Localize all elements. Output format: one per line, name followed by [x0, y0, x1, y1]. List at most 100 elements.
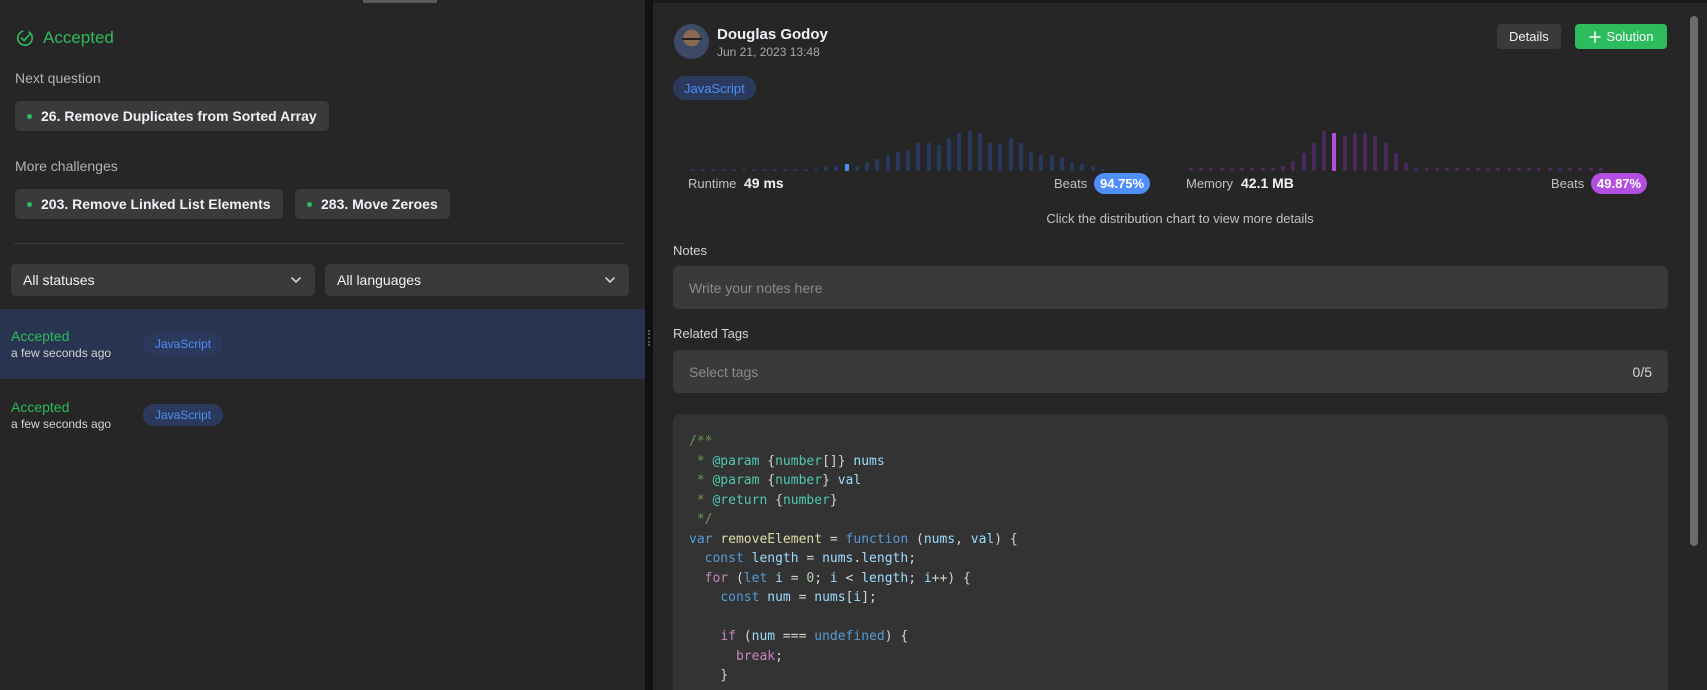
language-filter-value: All languages: [337, 272, 422, 288]
runtime-distribution-bar: [814, 169, 818, 171]
runtime-distribution-bar: [855, 166, 859, 171]
notes-placeholder: Write your notes here: [689, 279, 823, 296]
memory-distribution-bar: [1435, 168, 1439, 171]
memory-distribution-bar: [1578, 168, 1582, 171]
memory-distribution-bar: [1209, 168, 1213, 171]
memory-distribution-bar: [1332, 133, 1336, 171]
submission-row[interactable]: Accepted a few seconds ago JavaScript: [0, 309, 645, 379]
code-line: }: [689, 668, 729, 683]
memory-distribution-bar: [1589, 168, 1593, 171]
scrollbar[interactable]: [1690, 16, 1698, 546]
runtime-distribution-bar: [886, 155, 890, 171]
runtime-distribution-bar: [1019, 143, 1023, 171]
memory-distribution-bar: [1312, 143, 1316, 171]
runtime-distribution-bar: [793, 169, 797, 171]
runtime-distribution-bar: [998, 143, 1002, 171]
status-filter-select[interactable]: All statuses: [11, 264, 315, 296]
code-line: const length = nums.length;: [704, 551, 917, 566]
code-line: * @return {number}: [689, 492, 838, 508]
notes-input[interactable]: Write your notes here: [673, 266, 1668, 309]
runtime-distribution-bar: [711, 169, 715, 171]
memory-distribution-bar: [1476, 168, 1480, 171]
left-panel: Accepted Next question 26. Remove Duplic…: [0, 0, 645, 690]
accepted-header: Accepted: [16, 28, 114, 48]
runtime-distribution-bar: [865, 162, 869, 171]
submission-status: Accepted: [11, 328, 70, 344]
code-line: var removeElement = function (nums, val)…: [689, 531, 1018, 547]
check-circle-icon: [16, 29, 34, 47]
memory-distribution-bar: [1291, 161, 1295, 171]
runtime-distribution-bar: [783, 169, 787, 171]
details-button[interactable]: Details: [1497, 24, 1561, 49]
memory-distribution-bar: [1517, 168, 1521, 171]
code-block[interactable]: /** * @param {number[]} nums * @param {n…: [673, 414, 1668, 690]
runtime-distribution-chart[interactable]: [691, 121, 1111, 171]
memory-distribution-bar: [1599, 168, 1603, 171]
code-line: * @param {number} val: [689, 473, 862, 488]
runtime-distribution-bar: [752, 169, 756, 171]
notes-label: Notes: [673, 243, 707, 258]
memory-beats-label: Beats: [1551, 176, 1585, 191]
submission-row[interactable]: Accepted a few seconds ago JavaScript: [0, 380, 645, 450]
runtime-distribution-bar: [701, 169, 705, 171]
memory-distribution-bar: [1486, 168, 1490, 171]
memory-distribution-bar: [1507, 168, 1511, 171]
distribution-hint: Click the distribution chart to view mor…: [1046, 211, 1314, 226]
runtime-beats-label: Beats: [1054, 176, 1088, 191]
panel-resize-handle[interactable]: [645, 0, 653, 690]
memory-distribution-chart[interactable]: [1189, 121, 1609, 171]
language-badge: JavaScript: [673, 76, 756, 100]
memory-distribution-bar: [1240, 168, 1244, 171]
runtime-distribution-bar: [834, 166, 838, 171]
runtime-distribution-bar: [968, 131, 972, 171]
submission-detail-panel: Douglas Godoy Jun 21, 2023 13:48 Details…: [653, 3, 1707, 690]
memory-distribution-bar: [1568, 168, 1572, 171]
submission-language-badge: JavaScript: [143, 333, 224, 355]
status-dot: [27, 113, 32, 119]
code-line: break;: [735, 648, 783, 664]
runtime-distribution-bar: [824, 166, 828, 171]
next-question-chip[interactable]: 26. Remove Duplicates from Sorted Array: [15, 101, 329, 131]
submission-time: a few seconds ago: [11, 346, 112, 360]
memory-beats-badge: 49.87%: [1591, 173, 1648, 194]
challenge-chip[interactable]: 283. Move Zeroes: [295, 189, 450, 219]
submission-status: Accepted: [11, 399, 70, 415]
runtime-distribution-bar: [1080, 164, 1084, 171]
runtime-distribution-bar: [957, 133, 961, 171]
runtime-distribution-bar: [722, 169, 726, 171]
runtime-value: 49 ms: [744, 175, 784, 191]
runtime-beats-badge: 94.75%: [1094, 173, 1151, 194]
runtime-distribution-bar: [1039, 155, 1043, 171]
memory-distribution-bar: [1527, 168, 1531, 171]
avatar[interactable]: [674, 24, 709, 59]
tags-count: 0/5: [1632, 363, 1652, 380]
status-dot: [27, 201, 32, 207]
memory-distribution-bar: [1363, 133, 1367, 171]
drag-grip-icon: [648, 330, 650, 346]
runtime-distribution-bar: [1060, 157, 1064, 171]
runtime-distribution-bar: [691, 169, 695, 171]
memory-distribution-bar: [1425, 168, 1429, 171]
tags-select[interactable]: Select tags 0/5: [673, 350, 1668, 393]
memory-value: 42.1 MB: [1241, 175, 1294, 191]
memory-label: Memory: [1186, 176, 1233, 191]
memory-distribution-bar: [1230, 168, 1234, 171]
memory-distribution-bar: [1466, 168, 1470, 171]
chevron-down-icon: [291, 277, 301, 283]
runtime-distribution-bar: [927, 143, 931, 171]
runtime-label: Runtime: [688, 176, 737, 191]
user-name[interactable]: Douglas Godoy: [717, 26, 828, 43]
runtime-distribution-bar: [1101, 169, 1105, 171]
language-filter-select[interactable]: All languages: [325, 264, 629, 296]
runtime-distribution-bar: [978, 133, 982, 171]
memory-distribution-bar: [1445, 168, 1449, 171]
submission-language-badge: JavaScript: [143, 404, 224, 426]
memory-distribution-bar: [1250, 168, 1254, 171]
memory-distribution-bar: [1373, 136, 1377, 171]
runtime-distribution-bar: [875, 159, 879, 171]
solution-button[interactable]: Solution: [1575, 24, 1667, 49]
status-filter-value: All statuses: [23, 272, 95, 288]
challenge-chip[interactable]: 203. Remove Linked List Elements: [15, 189, 283, 219]
memory-distribution-bar: [1353, 133, 1357, 171]
